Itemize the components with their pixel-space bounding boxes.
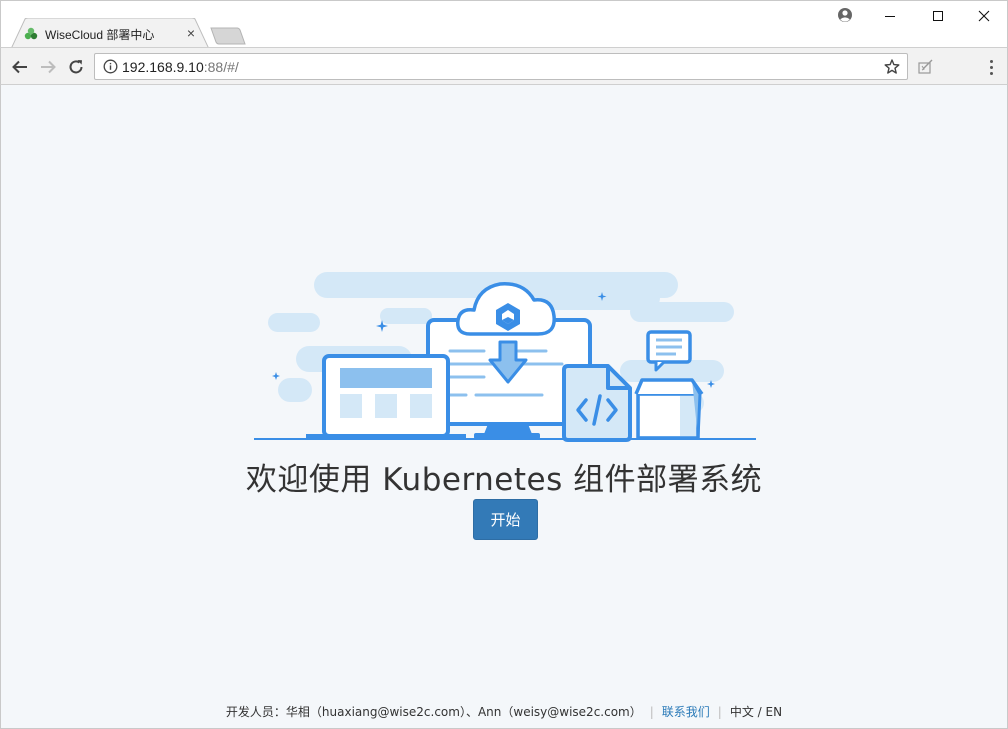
developer-2: Ann（weisy@wise2c.com） (477, 705, 642, 719)
tab-close-icon[interactable]: × (184, 26, 198, 40)
back-button[interactable] (9, 56, 31, 78)
address-url: 192.168.9.10:88/#/ (122, 59, 239, 75)
footer-divider: | (717, 705, 722, 719)
contact-us-link[interactable]: 联系我们 (662, 705, 710, 719)
browser-tab-active[interactable]: WiseCloud 部署中心 × (11, 18, 209, 49)
maximize-icon[interactable] (915, 1, 961, 31)
deployment-illustration (254, 272, 756, 442)
star-icon[interactable] (883, 58, 901, 76)
footer-divider: | (649, 705, 654, 719)
tab-title: WiseCloud 部署中心 (45, 28, 155, 42)
browser-toolbar: 192.168.9.10:88/#/ (0, 47, 1008, 85)
new-tab-button[interactable] (210, 27, 246, 45)
address-host: 192.168.9.10 (122, 59, 204, 75)
arrow-right-icon (41, 60, 56, 74)
forward-button[interactable] (37, 56, 59, 78)
footer: 开发人员：华相（huaxiang@wise2c.com）、Ann（weisy@w… (1, 703, 1007, 720)
wisecloud-logo-icon (23, 26, 39, 42)
minimize-icon[interactable] (867, 1, 913, 31)
browser-titlebar: WiseCloud 部署中心 × (0, 0, 1008, 49)
extension-icon[interactable] (917, 57, 935, 75)
reload-button[interactable] (65, 56, 87, 78)
lang-zh-link[interactable]: 中文 (730, 705, 754, 719)
developers-label: 开发人员： (225, 705, 286, 719)
arrow-left-icon (12, 60, 27, 74)
welcome-heading: 欢迎使用 Kubernetes 组件部署系统 (245, 462, 763, 498)
lang-slash: / (753, 705, 766, 719)
info-icon[interactable] (103, 59, 118, 74)
reload-icon (69, 60, 83, 74)
address-path: :88/#/ (203, 59, 239, 75)
developer-separator: 、 (465, 705, 478, 719)
developer-1: 华相（huaxiang@wise2c.com） (285, 705, 466, 719)
profile-icon[interactable] (835, 5, 855, 25)
start-button[interactable]: 开始 (473, 499, 538, 540)
lang-en-link[interactable]: EN (766, 705, 783, 719)
kebab-menu-icon[interactable] (981, 56, 1001, 78)
page-content: 欢迎使用 Kubernetes 组件部署系统 开始 开发人员：华相（huaxia… (0, 85, 1008, 729)
address-bar[interactable]: 192.168.9.10:88/#/ (94, 53, 908, 80)
close-icon[interactable] (961, 1, 1007, 31)
